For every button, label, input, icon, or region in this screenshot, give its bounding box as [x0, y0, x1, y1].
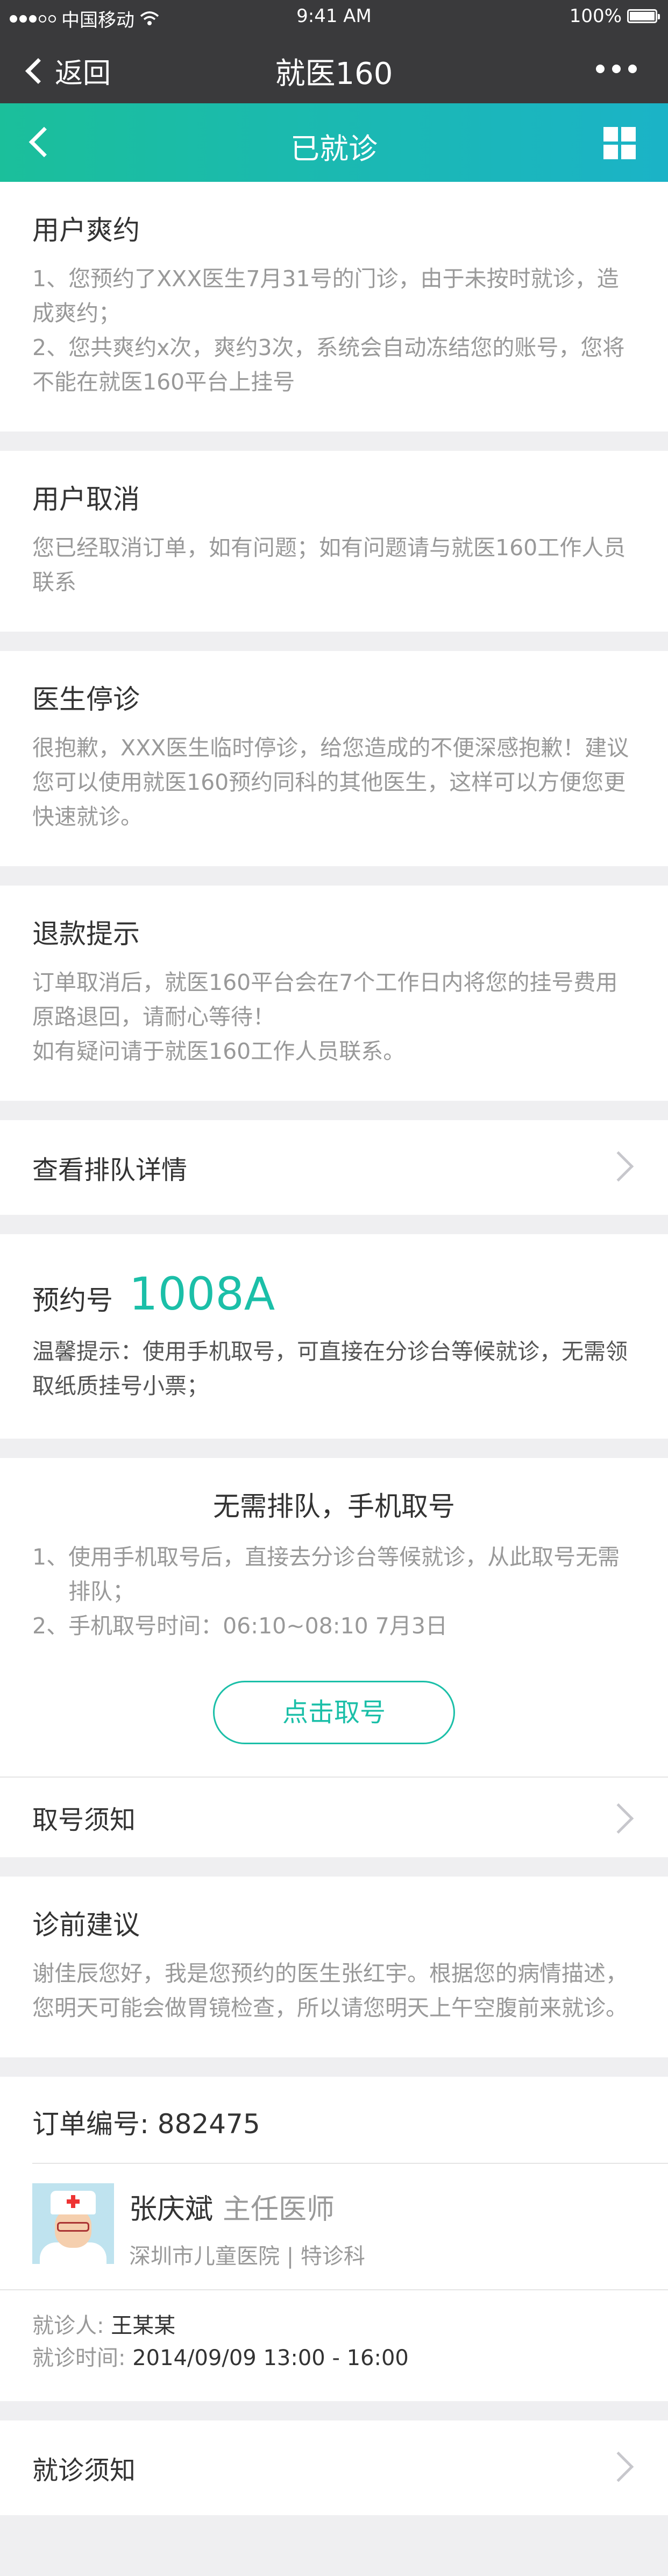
page-nav: 已就诊 — [0, 103, 668, 182]
notice-refund: 退款提示 订单取消后，就医160平台会在7个工作日内将您的挂号费用原路退回，请耐… — [0, 886, 668, 1101]
order-number: 882475 — [157, 2108, 260, 2140]
patient-line: 就诊人: 王某某 — [32, 2310, 636, 2342]
list-index: 2、 — [32, 1613, 69, 1639]
reservation-number: 1008A — [129, 1268, 275, 1320]
order-card: 订单编号: 882475 张庆斌 主任医师 深圳市儿童医院 | 特诊科 就诊人: … — [0, 2077, 668, 2401]
notice-text: 您已经取消订单，如有问题；如有问题请与就医160工作人员联系 — [32, 535, 626, 595]
status-right: 100% — [569, 5, 660, 27]
pre-visit-card: 诊前建议 谢佳辰您好，我是您预约的医生张红宇。根据您的病情描述，您明天可能会做胃… — [0, 1877, 668, 2057]
pre-visit-title: 诊前建议 — [32, 1909, 140, 1941]
list-text: 手机取号时间：06:10~08:10 7月3日 — [68, 1613, 447, 1639]
patient-name: 王某某 — [111, 2313, 176, 2338]
order-number-line: 订单编号: 882475 — [32, 2077, 668, 2164]
notice-text: 订单取消后，就医160平台会在7个工作日内将您的挂号费用原路退回，请耐心等待！ — [32, 969, 618, 1030]
visit-time-line: 就诊时间: 2014/09/09 13:00 - 16:00 — [32, 2342, 636, 2374]
list-index: 1、 — [32, 1544, 69, 1570]
ticket-notice-label: 取号须知 — [32, 1805, 136, 1835]
notice-text: 很抱歉，XXX医生临时停诊，给您造成的不便深感抱歉！建议您可以使用就医160预约… — [32, 735, 629, 830]
patient-label: 就诊人: — [32, 2313, 104, 2338]
doctor-hospital: 深圳市儿童医院 | 特诊科 — [129, 2244, 365, 2269]
notice-title: 医生停诊 — [32, 684, 140, 715]
notice-text: 2、您共爽约x次，爽约3次，系统会自动冻结您的账号，您将不能在就医160平台上挂… — [32, 335, 625, 395]
notice-user-cancel: 用户取消 您已经取消订单，如有问题；如有问题请与就医160工作人员联系 — [0, 451, 668, 632]
visit-info: 就诊人: 王某某 就诊时间: 2014/09/09 13:00 - 16:00 — [0, 2290, 668, 2401]
take-number-button[interactable]: 点击取号 — [213, 1681, 455, 1744]
queue-detail-label: 查看排队详情 — [32, 1155, 188, 1185]
notice-text: 如有疑问请于就医160工作人员联系。 — [32, 1038, 406, 1064]
status-time: 9:41 AM — [296, 5, 372, 27]
pre-visit-text: 谢佳辰您好，我是您预约的医生张红宇。根据您的病情描述，您明天可能会做胃镜检查，所… — [32, 1961, 628, 2021]
doctor-name: 张庆斌 — [129, 2193, 214, 2226]
doctor-info[interactable]: 张庆斌 主任医师 深圳市儿童医院 | 特诊科 — [0, 2164, 668, 2290]
chevron-right-icon — [603, 1803, 634, 1834]
status-bar: 中国移动 9:41 AM 100% — [0, 0, 668, 34]
list-text: 使用手机取号后，直接去分诊台等候就诊，从此取号无需排队； — [68, 1544, 620, 1604]
visit-notice-row[interactable]: 就诊须知 — [0, 2421, 668, 2515]
chevron-right-icon — [603, 2451, 634, 2482]
doctor-name-line: 张庆斌 主任医师 — [129, 2186, 365, 2227]
ticket-notice-row[interactable]: 取号须知 — [0, 1777, 668, 1857]
notice-title: 退款提示 — [32, 918, 140, 950]
battery-percent: 100% — [569, 5, 622, 27]
grid-icon[interactable] — [603, 127, 636, 159]
list-item: 2、 手机取号时间：06:10~08:10 7月3日 — [32, 1609, 636, 1643]
reservation-card: 预约号 1008A 温馨提示：使用手机取号，可直接在分诊台等候就诊，无需领取纸质… — [0, 1234, 668, 1439]
reservation-number-line: 预约号 1008A — [32, 1268, 636, 1320]
mobile-ticket-card: 无需排队，手机取号 1、 使用手机取号后，直接去分诊台等候就诊，从此取号无需排队… — [0, 1458, 668, 1857]
notice-doctor-suspend: 医生停诊 很抱歉，XXX医生临时停诊，给您造成的不便深感抱歉！建议您可以使用就医… — [0, 651, 668, 866]
order-number-label: 订单编号: — [32, 2108, 149, 2140]
notice-title: 用户爽约 — [32, 215, 140, 246]
app-title: 就医160 — [275, 56, 393, 91]
mobile-ticket-title: 无需排队，手机取号 — [213, 1491, 455, 1522]
top-nav: 返回 就医160 — [0, 34, 668, 103]
reservation-tip: 温馨提示：使用手机取号，可直接在分诊台等候就诊，无需领取纸质挂号小票； — [32, 1339, 628, 1399]
doctor-title: 主任医师 — [223, 2193, 335, 2226]
notice-no-show: 用户爽约 1、您预约了XXX医生7月31号的门诊，由于未按时就诊，造成爽约； 2… — [0, 182, 668, 431]
doctor-avatar — [32, 2183, 114, 2264]
more-dots-icon[interactable] — [596, 65, 637, 73]
visit-time-label: 就诊时间: — [32, 2346, 126, 2370]
battery-icon — [627, 9, 660, 23]
notice-text: 1、您预约了XXX医生7月31号的门诊，由于未按时就诊，造成爽约； — [32, 266, 619, 326]
list-item: 1、 使用手机取号后，直接去分诊台等候就诊，从此取号无需排队； — [32, 1540, 636, 1609]
visit-notice-label: 就诊须知 — [32, 2455, 136, 2486]
reservation-label: 预约号 — [32, 1285, 113, 1316]
visit-time: 2014/09/09 13:00 - 16:00 — [132, 2346, 409, 2370]
notice-title: 用户取消 — [32, 484, 140, 515]
queue-detail-row[interactable]: 查看排队详情 — [0, 1120, 668, 1215]
page-title: 已就诊 — [290, 132, 378, 166]
chevron-right-icon — [603, 1151, 634, 1182]
